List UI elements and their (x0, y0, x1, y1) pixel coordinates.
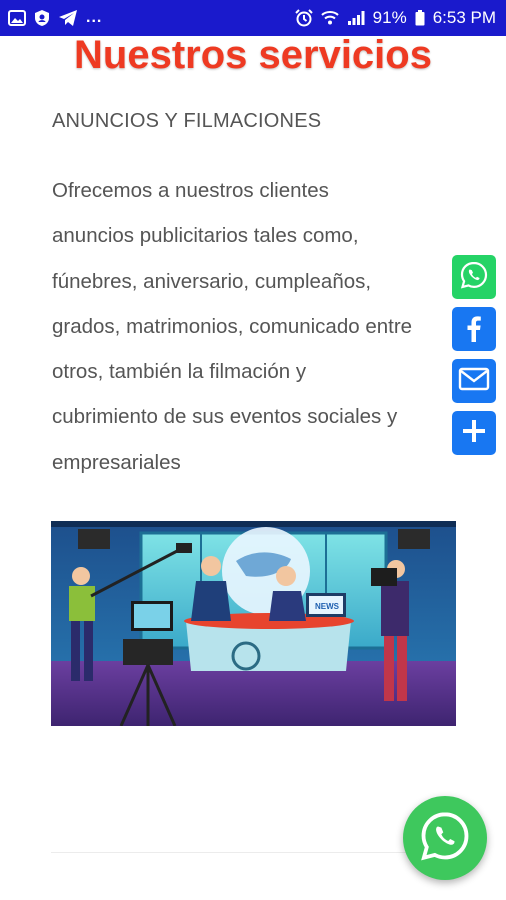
status-bar-right: 91% 6:53 PM (294, 8, 496, 28)
status-bar: ... 91% 6:53 PM (0, 0, 506, 36)
share-email-button[interactable] (452, 359, 496, 403)
signal-icon (347, 10, 365, 26)
description-line: otros, también la filmación y (52, 360, 307, 384)
whatsapp-chat-button[interactable] (403, 796, 487, 880)
news-sign: NEWS (315, 602, 340, 611)
section-heading: ANUNCIOS Y FILMACIONES (52, 110, 322, 132)
more-notifications: ... (86, 9, 103, 26)
news-studio-illustration: NEWS (51, 521, 456, 726)
description-line: anuncios publicitarios tales como, (52, 224, 359, 248)
share-whatsapp-button[interactable] (452, 255, 496, 299)
battery-percentage: 91% (372, 8, 407, 27)
share-more-button[interactable] (452, 411, 496, 455)
whatsapp-icon (419, 810, 471, 867)
description-line: cubrimiento de sus eventos sociales y (52, 405, 398, 429)
plus-icon (460, 417, 488, 450)
whatsapp-icon (459, 260, 489, 295)
content-divider (51, 852, 456, 853)
description-line: empresariales (52, 450, 181, 474)
description-line: Ofrecemos a nuestros clientes (52, 179, 329, 202)
description-line: fúnebres, aniversario, cumpleaños, (52, 269, 372, 293)
alarm-icon (294, 9, 313, 27)
gallery-icon (8, 10, 26, 26)
clock: 6:53 PM (432, 8, 496, 27)
battery-icon (415, 10, 425, 26)
page-title: Nuestros servicios (74, 33, 432, 77)
status-bar-left: ... (8, 9, 102, 27)
facebook-icon (459, 312, 489, 347)
email-icon (458, 367, 490, 396)
telegram-icon (58, 9, 78, 27)
share-bar (452, 255, 496, 455)
description-line: grados, matrimonios, comunicado entre (52, 314, 413, 338)
wifi-icon (320, 9, 339, 27)
shield-icon (34, 9, 50, 27)
share-facebook-button[interactable] (452, 307, 496, 351)
service-description: Ofrecemos a nuestros clientes anuncios p… (52, 168, 452, 485)
